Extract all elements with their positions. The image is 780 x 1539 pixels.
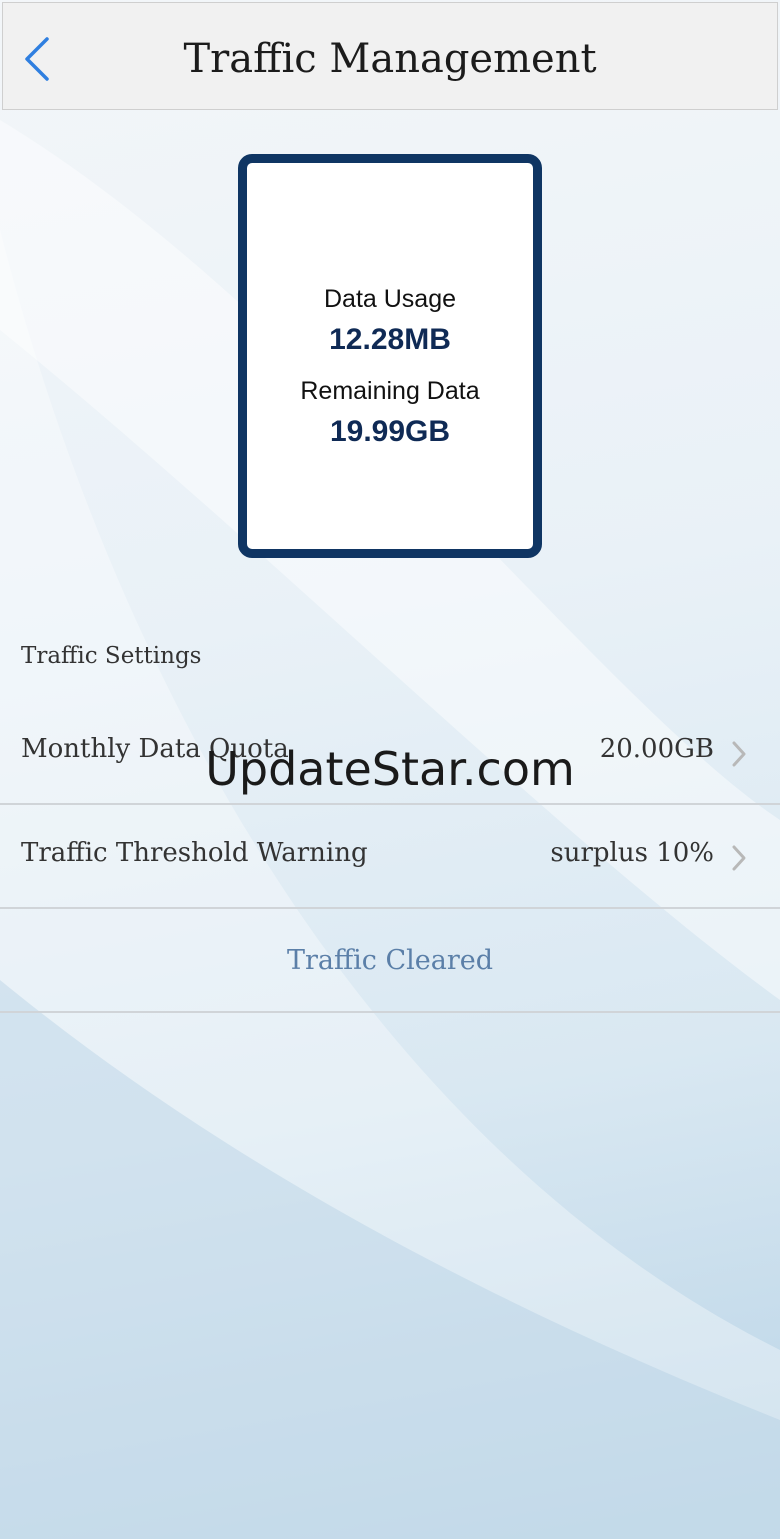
row-divider: [0, 907, 780, 909]
traffic-cleared-button[interactable]: Traffic Cleared: [0, 910, 780, 1012]
chevron-right-icon: [732, 845, 746, 871]
monthly-data-quota-label: Monthly Data Quota: [21, 734, 289, 764]
monthly-data-quota-value: 20.00GB: [599, 734, 714, 764]
traffic-threshold-warning-label: Traffic Threshold Warning: [21, 838, 368, 868]
usage-summary-card: Data Usage 12.28MB Remaining Data 19.99G…: [238, 154, 542, 558]
data-usage-value: 12.28MB: [329, 323, 451, 356]
monthly-data-quota-row[interactable]: Monthly Data Quota 20.00GB: [0, 702, 780, 806]
traffic-settings-heading: Traffic Settings: [21, 643, 202, 669]
remaining-data-value: 19.99GB: [329, 415, 451, 448]
traffic-threshold-warning-value: surplus 10%: [550, 838, 714, 868]
chevron-right-icon: [732, 741, 746, 767]
header-bar: Traffic Management: [2, 2, 778, 110]
remaining-data-label: Remaining Data: [300, 377, 480, 405]
page-title: Traffic Management: [183, 36, 597, 82]
traffic-threshold-warning-row[interactable]: Traffic Threshold Warning surplus 10%: [0, 806, 780, 910]
row-divider: [0, 803, 780, 805]
data-usage-label: Data Usage: [323, 285, 457, 313]
row-divider: [0, 1011, 780, 1013]
